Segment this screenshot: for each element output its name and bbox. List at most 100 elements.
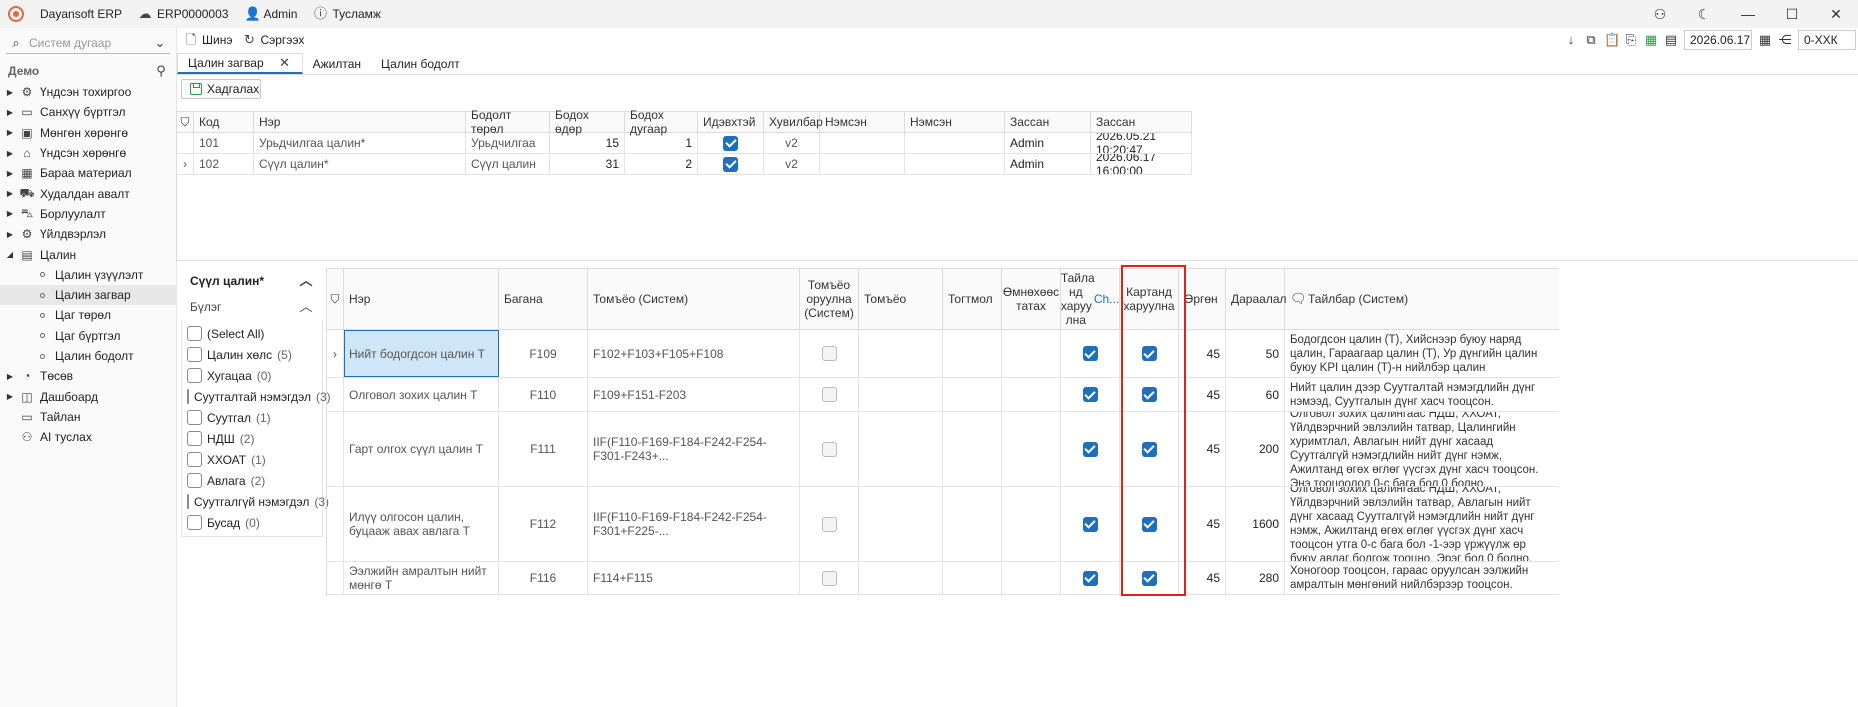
chevron-up-icon[interactable]: ︿ [299,274,313,288]
calendar-icon[interactable]: ▦ [1758,33,1772,47]
caret-right-icon[interactable]: ▶ [4,169,16,178]
row-indicator[interactable]: › [177,154,194,174]
checkbox[interactable] [187,368,202,383]
cell-version[interactable]: v2 [764,133,820,153]
checkbox[interactable] [821,516,837,532]
header-order[interactable]: Дараалал [1226,269,1287,329]
row-indicator[interactable] [177,133,194,153]
checkbox[interactable] [187,494,189,509]
header-name[interactable]: Нэр [344,269,499,329]
sidebar-item[interactable]: ◢ ▤ Цалин [0,244,176,264]
cell-added-by[interactable] [820,154,905,174]
cell-show-report[interactable] [1061,330,1120,377]
header-column[interactable]: Багана [499,269,588,329]
cell-constant[interactable] [943,378,1002,411]
tab-salary-calc[interactable]: Цалин бодолт [371,53,470,74]
cell-note[interactable]: Олговол зохих цалингаас НДШ, ХХОАТ, Үйлд… [1285,487,1559,561]
cell-show-card[interactable] [1120,562,1179,594]
filter-title[interactable]: Сүүл цалин* ︿ [181,268,323,294]
checkbox[interactable] [1141,441,1157,457]
sidebar-subitem[interactable]: Цалин бодолт [0,346,176,366]
cell-formula[interactable] [859,487,943,561]
filter-item[interactable]: НДШ (2) [182,428,322,449]
sidebar-item[interactable]: ▶ ◫ Дашбоард [0,386,176,406]
sidebar-item[interactable]: ▶ ⚙ Үйлдвэрлэл [0,224,176,244]
maximize-button[interactable]: ☐ [1770,0,1814,28]
calendar-small-icon[interactable]: ▤ [1664,33,1678,47]
sidebar-item[interactable]: ▶ ⛟ Худалдан авалт [0,183,176,203]
cell-name[interactable]: Нийт бодогдсон цалин Т [344,330,499,377]
filter-group-header[interactable]: Бүлэг ︿ [181,294,323,320]
checkbox[interactable] [187,452,202,467]
cell-edited-by[interactable]: Admin [1005,154,1091,174]
cell-added-at[interactable] [905,133,1005,153]
download-icon[interactable]: ↓ [1564,33,1578,47]
checkbox[interactable] [1082,387,1098,402]
checkbox[interactable] [1141,387,1157,402]
table-row[interactable]: Гарт олгох сүүл цалин Т F111 IIF(F110-F169… [327,412,1559,487]
table-row[interactable]: Ээлжийн амралтын нийт мөнгө Т F116 F114+F1… [327,562,1559,595]
close-button[interactable]: ✕ [1814,0,1858,28]
cell-formula-insert[interactable] [800,378,859,411]
moon-icon[interactable]: ☾ [1682,0,1726,28]
cell-show-report[interactable] [1061,412,1120,486]
cell-order[interactable]: 50 [1226,330,1285,377]
header-pull-prev[interactable]: Өмнөхөөс татах [1002,269,1061,329]
cell-width[interactable]: 45 [1179,562,1226,594]
cell-note[interactable]: Хоногоор тооцсон, гараас оруулсан ээлжий… [1285,562,1559,594]
save-button[interactable]: Хадгалах [181,79,261,99]
cell-day[interactable]: 15 [550,133,625,153]
column-header[interactable]: Хувилбар [764,112,823,132]
cell-type[interactable]: Сүүл цалин [466,154,550,174]
cell-number[interactable]: 2 [625,154,698,174]
header-show-card[interactable]: Картанд харуулна [1120,269,1179,329]
checkbox[interactable] [187,431,202,446]
caret-right-icon[interactable]: ▶ [4,128,16,137]
table-row[interactable]: Олговол зохих цалин Т F110 F109+F151-F203 4… [327,378,1559,412]
column-header[interactable]: Код [194,112,254,132]
caret-right-icon[interactable]: ▶ [4,88,16,97]
cell-show-card[interactable] [1120,412,1179,486]
checkbox[interactable] [187,410,202,425]
company-selector[interactable]: ☁ ERP0000003 [138,7,229,22]
caret-right-icon[interactable]: ▶ [4,149,16,158]
cell-pull-prev[interactable] [1002,487,1061,561]
table-row[interactable]: › Нийт бодогдсон цалин Т F109 F102+F103+F10… [327,330,1559,378]
refresh-button[interactable]: ↻ Сэргээх [239,33,307,48]
paste-icon[interactable]: 📋 [1604,33,1620,47]
cell-added-at[interactable] [905,154,1005,174]
cell-pull-prev[interactable] [1002,562,1061,594]
cell-formula[interactable] [859,330,943,377]
checkbox[interactable] [1082,441,1098,457]
share-icon[interactable]: ⋲ [1778,33,1792,47]
checkbox[interactable] [187,389,189,404]
chevron-up-icon[interactable]: ︿ [299,300,313,314]
caret-right-icon[interactable]: ▶ [4,392,16,401]
checkbox[interactable] [1141,570,1157,586]
cell-edited-at[interactable]: 2026.05.21 10:20:47 [1091,133,1192,153]
cell-formula-system[interactable]: F114+F115 [588,562,800,594]
cell-column[interactable]: F112 [499,487,588,561]
checkbox[interactable] [187,347,202,362]
tab-employee[interactable]: Ажилтан [303,53,371,74]
caret-right-icon[interactable]: ▶ [4,209,16,218]
cell-formula[interactable] [859,378,943,411]
filter-item[interactable]: ХХОАТ (1) [182,449,322,470]
sidebar-item[interactable]: ▶ ◔ Төсөв [0,366,176,386]
filter-item[interactable]: Суутгалгүй нэмэгдэл (3) [182,491,329,512]
sidebar-subitem[interactable]: Цаг төрөл [0,305,176,325]
column-header[interactable]: Бодох өдөр [550,108,625,136]
cell-constant[interactable] [943,412,1002,486]
system-number-search[interactable]: ⌕ Систем дугаар ⌄ [6,32,170,54]
cell-name[interactable]: Урьдчилгаа цалин* [254,133,466,153]
cell-constant[interactable] [943,487,1002,561]
cell-order[interactable]: 60 [1226,378,1285,411]
excel-icon[interactable]: ▦ [1644,33,1658,47]
cell-width[interactable]: 45 [1179,330,1226,377]
cell-formula-insert[interactable] [800,562,859,594]
header-formula[interactable]: Томъёо [859,269,943,329]
sidebar-item[interactable]: ▶ ▦ Бараа материал [0,163,176,183]
filter-item[interactable]: Цалин хөлс (5) [182,344,322,365]
cell-width[interactable]: 45 [1179,378,1226,411]
cell-number[interactable]: 1 [625,133,698,153]
